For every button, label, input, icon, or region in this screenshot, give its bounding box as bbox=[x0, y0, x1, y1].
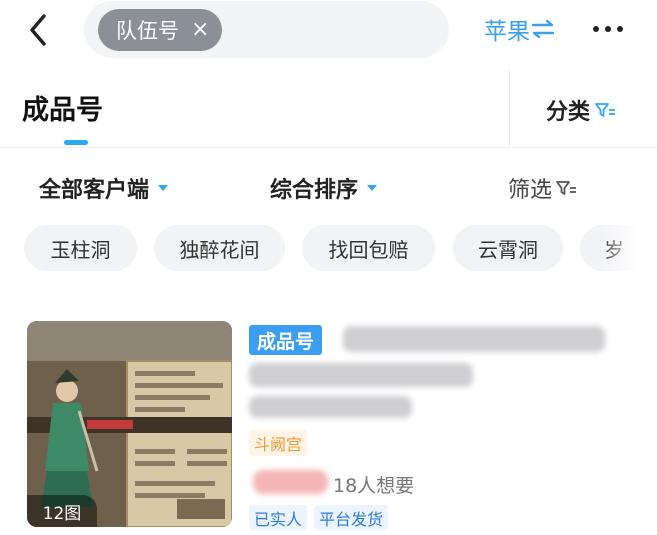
tag-chip[interactable]: 独醉花间 bbox=[154, 225, 285, 271]
tab-divider bbox=[509, 70, 510, 146]
redacted-title-line bbox=[343, 326, 605, 352]
caret-down-icon bbox=[367, 185, 378, 191]
search-chip-label: 队伍号 bbox=[116, 19, 179, 43]
client-filter-label: 全部客户端 bbox=[39, 178, 150, 203]
server-tag: 斗阙宫 bbox=[249, 430, 308, 456]
more-options-icon[interactable] bbox=[593, 22, 629, 36]
sort-dropdown[interactable]: 综合排序 bbox=[270, 172, 378, 204]
swap-arrows-icon bbox=[531, 19, 555, 39]
caret-down-icon bbox=[158, 185, 169, 191]
tag-chip[interactable]: 找回包赔 bbox=[302, 225, 435, 271]
filter-funnel-icon bbox=[595, 103, 616, 117]
redacted-price bbox=[253, 470, 328, 494]
platform-delivery-badge: 平台发货 bbox=[314, 505, 389, 530]
platform-switch-button[interactable]: 苹果 bbox=[484, 14, 556, 45]
back-arrow-icon[interactable] bbox=[24, 12, 54, 48]
filter-funnel-icon bbox=[556, 181, 577, 195]
sort-label: 综合排序 bbox=[270, 178, 359, 203]
wants-count: 18人想要 bbox=[333, 475, 415, 497]
image-count-badge: 12图 bbox=[27, 495, 97, 527]
section-divider bbox=[0, 147, 657, 148]
tab-finished-account[interactable]: 成品号 bbox=[22, 88, 103, 127]
redacted-title-line bbox=[249, 363, 473, 387]
tag-chip[interactable]: 玉柱洞 bbox=[24, 225, 137, 271]
redacted-subtitle-line bbox=[249, 396, 412, 418]
category-label: 分类 bbox=[546, 100, 591, 125]
filter-label: 筛选 bbox=[508, 178, 553, 203]
verified-badge: 已实人 bbox=[249, 505, 308, 530]
active-tab-indicator bbox=[64, 140, 88, 145]
close-icon[interactable]: × bbox=[191, 19, 209, 41]
client-filter-dropdown[interactable]: 全部客户端 bbox=[39, 172, 169, 204]
listing-type-badge: 成品号 bbox=[249, 325, 323, 355]
platform-label: 苹果 bbox=[484, 19, 530, 45]
scroll-fade bbox=[600, 220, 657, 276]
tag-chip[interactable]: 云霄洞 bbox=[453, 225, 563, 271]
category-button[interactable]: 分类 bbox=[546, 94, 616, 126]
search-keyword-chip[interactable]: 队伍号 × bbox=[98, 9, 222, 51]
filter-button[interactable]: 筛选 bbox=[508, 172, 577, 204]
